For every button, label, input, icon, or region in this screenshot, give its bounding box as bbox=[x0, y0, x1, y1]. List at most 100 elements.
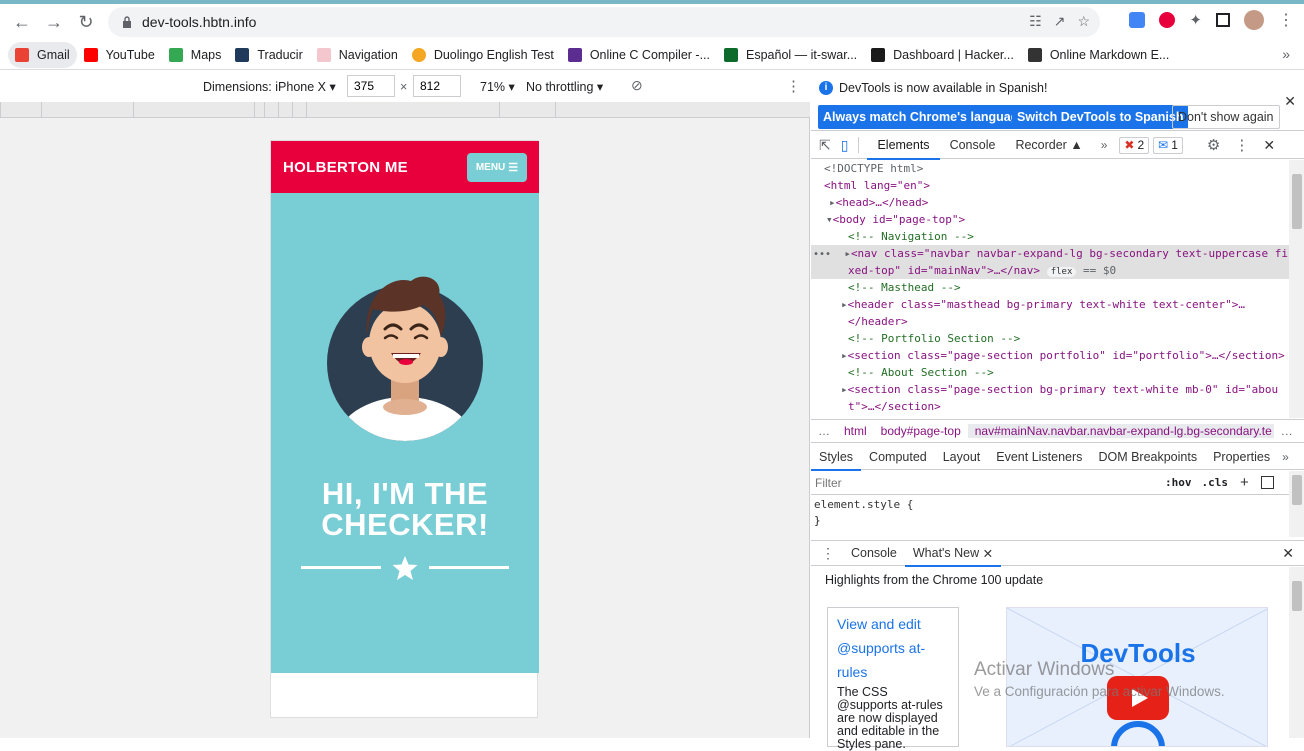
crumbs-more-icon[interactable]: … bbox=[811, 424, 837, 438]
flex-badge[interactable]: flex bbox=[1046, 267, 1077, 277]
dropdown-icon: ▾ bbox=[508, 80, 515, 94]
close-drawer-icon[interactable]: ✕ bbox=[1282, 545, 1294, 562]
dom-head[interactable]: ▸<head>…</head> bbox=[811, 194, 1291, 211]
cls-toggle[interactable]: .cls bbox=[1202, 476, 1229, 489]
subtab-computed[interactable]: Computed bbox=[861, 444, 935, 470]
duolingo-icon bbox=[411, 47, 426, 62]
whats-new-scrollbar[interactable] bbox=[1289, 567, 1304, 738]
bookmark-traducir[interactable]: Traducir bbox=[228, 42, 309, 68]
translate-icon[interactable]: ☷ bbox=[1029, 13, 1042, 30]
drawer-menu-icon[interactable]: ⋮ bbox=[821, 545, 835, 562]
more-subtabs-icon[interactable]: » bbox=[1282, 450, 1289, 464]
close-tab-icon[interactable]: ✕ bbox=[983, 546, 993, 561]
bookmark-maps[interactable]: Maps bbox=[162, 42, 229, 68]
dom-comment-portfolio[interactable]: <!-- Portfolio Section --> bbox=[811, 330, 1291, 347]
address-bar[interactable]: dev-tools.hbtn.info ☷ ↗ ☆ bbox=[108, 7, 1100, 37]
dom-comment-navigation[interactable]: <!-- Navigation --> bbox=[811, 228, 1291, 245]
dom-html[interactable]: <html lang="en"> bbox=[811, 177, 1291, 194]
bookmark-gmail[interactable]: Gmail bbox=[8, 41, 77, 68]
sidepanel-icon[interactable] bbox=[1216, 13, 1230, 27]
throttling-select[interactable]: No throttling ▾ bbox=[526, 79, 603, 94]
dom-section-about-cont[interactable]: t">…</section> bbox=[811, 398, 1291, 415]
reload-icon[interactable]: ↻ bbox=[70, 6, 102, 38]
errors-badge[interactable]: ✖ 2 bbox=[1119, 136, 1150, 154]
device-toggle-icon[interactable]: ▯ bbox=[841, 137, 849, 154]
site-brand[interactable]: HOLBERTON ME bbox=[283, 159, 408, 176]
back-icon[interactable]: ← bbox=[6, 6, 38, 38]
menu-button[interactable]: MENU ☰ bbox=[467, 152, 527, 182]
bookmark-label: YouTube bbox=[105, 47, 155, 62]
rotate-icon[interactable]: ⊘ bbox=[631, 77, 643, 94]
dont-show-again-button[interactable]: Don't show again bbox=[1172, 105, 1280, 129]
subtab-dom-breakpoints[interactable]: DOM Breakpoints bbox=[1090, 444, 1205, 470]
hov-toggle[interactable]: :hov bbox=[1165, 476, 1192, 489]
error-icon: ✖ bbox=[1124, 138, 1135, 152]
drawer-tab-console[interactable]: Console bbox=[843, 540, 905, 566]
bookmark-online-c-compiler[interactable]: Online C Compiler -... bbox=[561, 42, 717, 68]
dom-comment-about[interactable]: <!-- About Section --> bbox=[811, 364, 1291, 381]
element-style-rule[interactable]: element.style { bbox=[814, 497, 1289, 513]
dom-body[interactable]: ▾<body id="page-top"> bbox=[811, 211, 1291, 228]
crumbs-more-right-icon[interactable]: … bbox=[1274, 424, 1300, 438]
bookmark-duolingo[interactable]: Duolingo English Test bbox=[405, 42, 561, 68]
bookmark-navigation[interactable]: Navigation bbox=[310, 42, 405, 68]
drawer-tab-whats-new[interactable]: What's New ✕ bbox=[904, 540, 1002, 567]
styles-filter-input[interactable] bbox=[815, 475, 1151, 490]
feature-card: View and edit @supports at- rules The CS… bbox=[827, 607, 959, 751]
dom-scrollbar[interactable] bbox=[1289, 160, 1304, 418]
subtab-layout[interactable]: Layout bbox=[935, 444, 989, 470]
crumb-html[interactable]: html bbox=[837, 424, 874, 438]
bookmark-star-icon[interactable]: ☆ bbox=[1077, 13, 1090, 30]
crumb-body[interactable]: body#page-top bbox=[874, 424, 968, 438]
close-infobar-icon[interactable]: ✕ bbox=[1284, 93, 1296, 110]
toggle-sidebar-icon[interactable] bbox=[1260, 476, 1274, 489]
forward-icon[interactable]: → bbox=[38, 6, 70, 38]
close-devtools-icon[interactable]: ✕ bbox=[1263, 137, 1275, 154]
feature-link-2[interactable]: @supports at- bbox=[837, 636, 949, 660]
tab-console[interactable]: Console bbox=[940, 132, 1006, 159]
dom-nav-selected[interactable]: ••• ▸<nav class="navbar navbar-expand-lg… bbox=[811, 245, 1291, 262]
always-match-button[interactable]: Always match Chrome's language bbox=[818, 105, 1031, 129]
devtools-menu-icon[interactable]: ⋮ bbox=[1234, 136, 1249, 154]
feature-link-1[interactable]: View and edit bbox=[837, 612, 949, 636]
dom-section-portfolio[interactable]: ▸<section class="page-section portfolio"… bbox=[811, 347, 1291, 364]
share-icon[interactable]: ↗ bbox=[1054, 13, 1066, 30]
dom-comment-masthead[interactable]: <!-- Masthead --> bbox=[811, 279, 1291, 296]
subtab-event-listeners[interactable]: Event Listeners bbox=[988, 444, 1090, 470]
extensions-puzzle-icon[interactable]: ✦ bbox=[1189, 11, 1202, 29]
messages-badge[interactable]: ✉ 1 bbox=[1153, 136, 1183, 154]
new-rule-icon[interactable]: + bbox=[1240, 474, 1249, 491]
bookmark-espanol[interactable]: Español — it-swar... bbox=[717, 42, 864, 68]
more-tabs-icon[interactable]: » bbox=[1101, 138, 1108, 152]
adblock-extension-icon[interactable] bbox=[1159, 12, 1176, 28]
inspect-icon[interactable]: ⇱ bbox=[819, 137, 831, 154]
bookmark-markdown[interactable]: Online Markdown E... bbox=[1021, 42, 1177, 68]
dom-nav-selected-cont[interactable]: xed-top" id="mainNav">…</nav> flex == $0 bbox=[811, 262, 1291, 279]
media-query-ruler[interactable] bbox=[0, 102, 810, 118]
bookmark-youtube[interactable]: YouTube bbox=[77, 42, 162, 68]
device-more-icon[interactable]: ⋮ bbox=[786, 77, 801, 95]
translate-extension-icon[interactable] bbox=[1129, 12, 1146, 28]
more-bookmarks-icon[interactable]: » bbox=[1282, 46, 1290, 62]
chrome-menu-icon[interactable]: ⋮ bbox=[1278, 10, 1294, 30]
dimensions-select[interactable]: Dimensions: iPhone X ▾ bbox=[203, 79, 336, 94]
zoom-select[interactable]: 71% ▾ bbox=[480, 79, 515, 94]
switch-devtools-button[interactable]: Switch DevTools to Spanish bbox=[1012, 105, 1189, 129]
bookmark-hackerrank[interactable]: Dashboard | Hacker... bbox=[864, 42, 1021, 68]
height-input[interactable] bbox=[413, 75, 461, 97]
width-input[interactable] bbox=[347, 75, 395, 97]
dom-header-close[interactable]: </header> bbox=[811, 313, 1291, 330]
settings-gear-icon[interactable]: ⚙ bbox=[1207, 136, 1220, 154]
bookmark-label: Navigation bbox=[338, 47, 398, 62]
dom-header[interactable]: ▸<header class="masthead bg-primary text… bbox=[811, 296, 1291, 313]
tab-elements[interactable]: Elements bbox=[867, 132, 940, 160]
subtab-properties[interactable]: Properties bbox=[1205, 444, 1278, 470]
tab-recorder[interactable]: Recorder ▲ bbox=[1005, 132, 1092, 159]
dom-section-about[interactable]: ▸<section class="page-section bg-primary… bbox=[811, 381, 1291, 398]
styles-scrollbar[interactable] bbox=[1289, 471, 1304, 537]
profile-avatar[interactable] bbox=[1244, 10, 1264, 30]
subtab-styles[interactable]: Styles bbox=[811, 444, 862, 471]
breadcrumb: … html body#page-top nav#mainNav.navbar.… bbox=[811, 419, 1304, 443]
feature-link-3[interactable]: rules bbox=[837, 660, 949, 684]
crumb-nav[interactable]: nav#mainNav.navbar.navbar-expand-lg.bg-s… bbox=[967, 424, 1274, 438]
